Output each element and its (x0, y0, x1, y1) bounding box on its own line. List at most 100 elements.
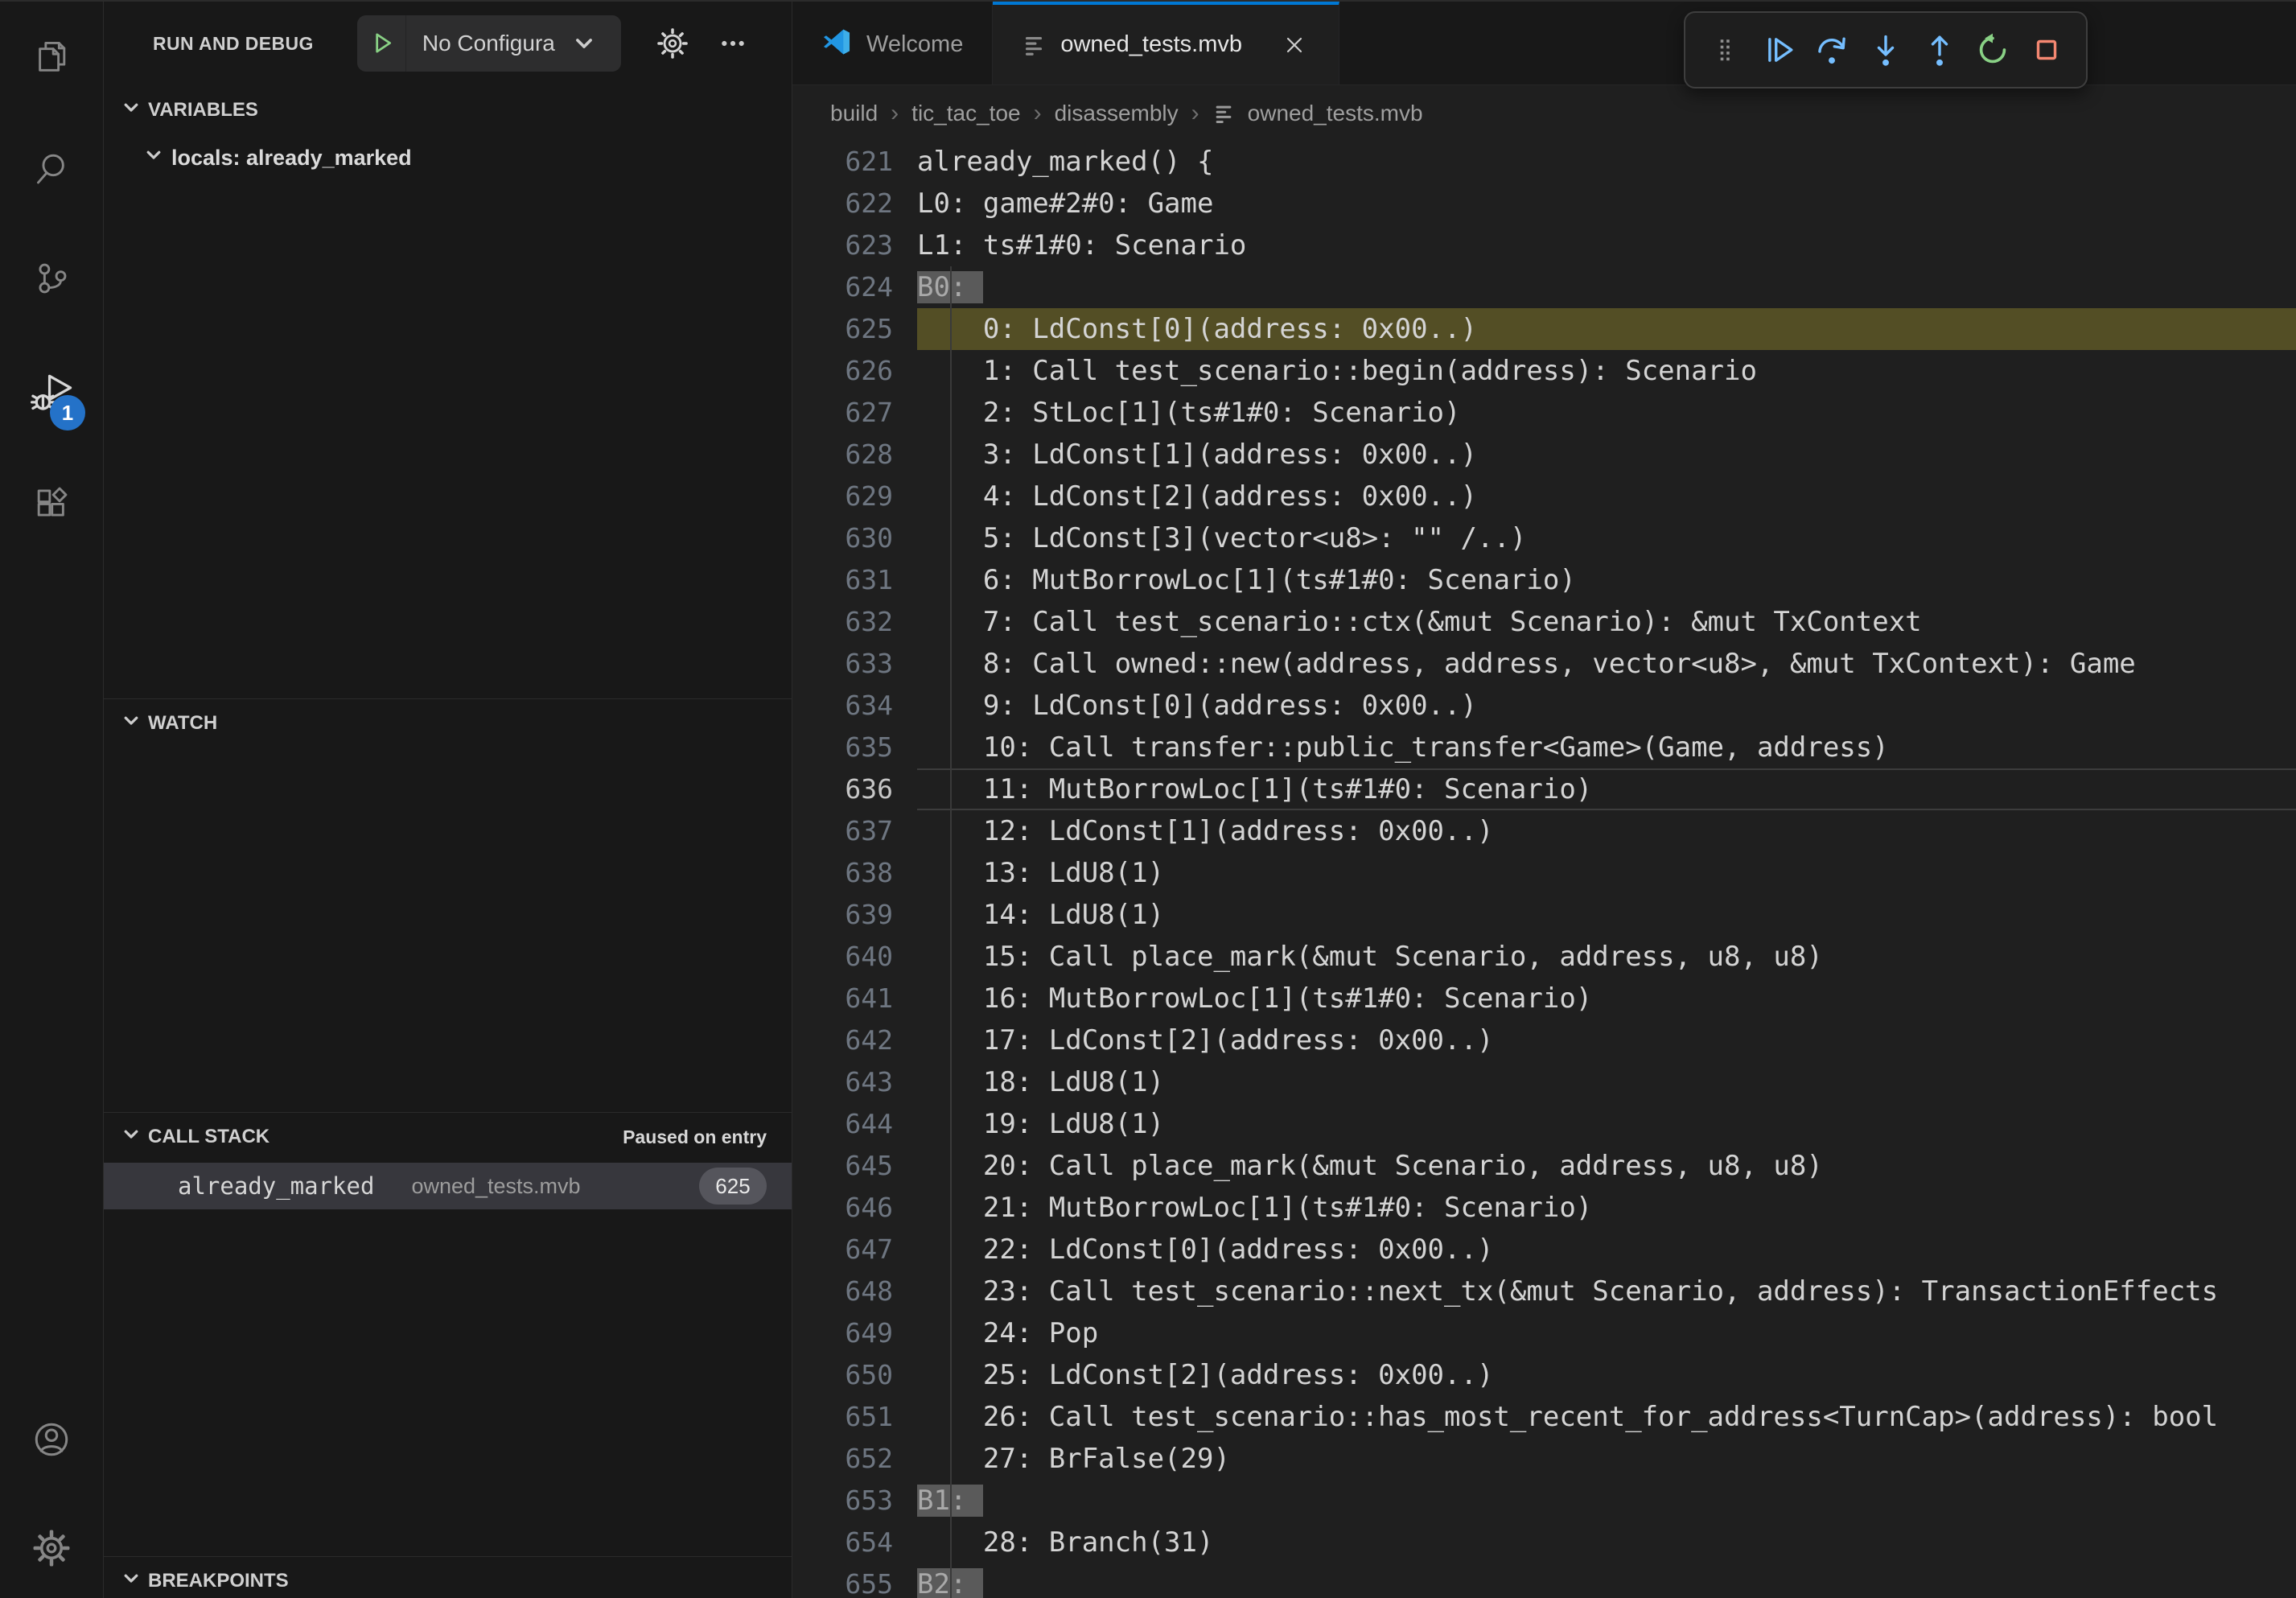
code-text[interactable]: 16: MutBorrowLoc[1](ts#1#0: Scenario) (917, 978, 2296, 1019)
block-label-line[interactable]: B1: (917, 1480, 2296, 1522)
section-variables[interactable]: VARIABLES (104, 87, 792, 134)
code-line[interactable]: 643 18: LdU8(1) (792, 1061, 2296, 1103)
start-debug-button[interactable] (357, 15, 406, 72)
code-text[interactable]: 0: LdConst[0](address: 0x00..) (917, 308, 2296, 350)
line-number[interactable]: 639 (792, 894, 917, 936)
line-number[interactable]: 637 (792, 810, 917, 852)
code-text[interactable]: 6: MutBorrowLoc[1](ts#1#0: Scenario) (917, 559, 2296, 601)
code-line[interactable]: 654 28: Branch(31) (792, 1522, 2296, 1563)
code-line[interactable]: 636 11: MutBorrowLoc[1](ts#1#0: Scenario… (792, 768, 2296, 810)
code-text[interactable]: 18: LdU8(1) (917, 1061, 2296, 1103)
line-number[interactable]: 652 (792, 1438, 917, 1480)
code-line[interactable]: 646 21: MutBorrowLoc[1](ts#1#0: Scenario… (792, 1187, 2296, 1229)
code-text[interactable]: L0: game#2#0: Game (917, 183, 2296, 224)
code-text[interactable]: 21: MutBorrowLoc[1](ts#1#0: Scenario) (917, 1187, 2296, 1229)
code-text[interactable]: 20: Call place_mark(&mut Scenario, addre… (917, 1145, 2296, 1187)
line-number[interactable]: 627 (792, 392, 917, 434)
code-line[interactable]: 637 12: LdConst[1](address: 0x00..) (792, 810, 2296, 852)
code-line[interactable]: 624B0: (792, 266, 2296, 308)
code-text[interactable]: 22: LdConst[0](address: 0x00..) (917, 1229, 2296, 1271)
line-number[interactable]: 654 (792, 1522, 917, 1563)
code-line[interactable]: 626 1: Call test_scenario::begin(address… (792, 350, 2296, 392)
code-line[interactable]: 655B2: (792, 1563, 2296, 1598)
code-text[interactable]: 10: Call transfer::public_transfer<Game>… (917, 727, 2296, 768)
code-line[interactable]: 640 15: Call place_mark(&mut Scenario, a… (792, 936, 2296, 978)
line-number[interactable]: 636 (792, 768, 917, 810)
line-number[interactable]: 647 (792, 1229, 917, 1271)
activity-item-source-control[interactable] (0, 236, 103, 324)
code-line[interactable]: 625 0: LdConst[0](address: 0x00..) (792, 308, 2296, 350)
code-line[interactable]: 644 19: LdU8(1) (792, 1103, 2296, 1145)
code-line[interactable]: 642 17: LdConst[2](address: 0x00..) (792, 1019, 2296, 1061)
code-line[interactable]: 621already_marked() { (792, 141, 2296, 183)
activity-item-search[interactable] (0, 126, 103, 214)
activity-item-accounts[interactable] (0, 1397, 103, 1485)
line-number[interactable]: 653 (792, 1480, 917, 1522)
section-call-stack[interactable]: CALL STACK Paused on entry (104, 1114, 792, 1160)
code-line[interactable]: 622L0: game#2#0: Game (792, 183, 2296, 224)
line-number[interactable]: 622 (792, 183, 917, 224)
code-text[interactable]: 25: LdConst[2](address: 0x00..) (917, 1354, 2296, 1396)
code-line[interactable]: 645 20: Call place_mark(&mut Scenario, a… (792, 1145, 2296, 1187)
call-stack-frame[interactable]: already_marked owned_tests.mvb 625 (104, 1163, 792, 1209)
code-text[interactable]: 13: LdU8(1) (917, 852, 2296, 894)
line-number[interactable]: 641 (792, 978, 917, 1019)
code-text[interactable]: 27: BrFalse(29) (917, 1438, 2296, 1480)
code-line[interactable]: 630 5: LdConst[3](vector<u8>: "" /..) (792, 517, 2296, 559)
line-number[interactable]: 623 (792, 224, 917, 266)
more-actions-button[interactable] (718, 28, 748, 59)
code-text[interactable]: 3: LdConst[1](address: 0x00..) (917, 434, 2296, 476)
line-number[interactable]: 629 (792, 476, 917, 517)
code-line[interactable]: 634 9: LdConst[0](address: 0x00..) (792, 685, 2296, 727)
code-text[interactable]: already_marked() { (917, 141, 2296, 183)
line-number[interactable]: 635 (792, 727, 917, 768)
line-number[interactable]: 642 (792, 1019, 917, 1061)
code-line[interactable]: 635 10: Call transfer::public_transfer<G… (792, 727, 2296, 768)
line-number[interactable]: 633 (792, 643, 917, 685)
line-number[interactable]: 638 (792, 852, 917, 894)
line-number[interactable]: 651 (792, 1396, 917, 1438)
line-number[interactable]: 644 (792, 1103, 917, 1145)
activity-item-run-and-debug[interactable] (0, 348, 103, 437)
line-number[interactable]: 640 (792, 936, 917, 978)
block-label-line[interactable]: B0: (917, 266, 2296, 308)
code-text[interactable]: 4: LdConst[2](address: 0x00..) (917, 476, 2296, 517)
line-number[interactable]: 631 (792, 559, 917, 601)
code-text[interactable]: L1: ts#1#0: Scenario (917, 224, 2296, 266)
code-line[interactable]: 647 22: LdConst[0](address: 0x00..) (792, 1229, 2296, 1271)
section-breakpoints[interactable]: BREAKPOINTS (104, 1558, 792, 1598)
code-line[interactable]: 628 3: LdConst[1](address: 0x00..) (792, 434, 2296, 476)
line-number[interactable]: 624 (792, 266, 917, 308)
code-line[interactable]: 653B1: (792, 1480, 2296, 1522)
restart-button[interactable] (1971, 24, 2014, 76)
step-into-button[interactable] (1864, 24, 1907, 76)
line-number[interactable]: 648 (792, 1271, 917, 1312)
code-line[interactable]: 649 24: Pop (792, 1312, 2296, 1354)
code-text[interactable]: 15: Call place_mark(&mut Scenario, addre… (917, 936, 2296, 978)
breadcrumb-item[interactable]: disassembly (1055, 101, 1179, 126)
debug-settings-gear-button[interactable] (656, 27, 689, 60)
code-text[interactable]: 14: LdU8(1) (917, 894, 2296, 936)
line-number[interactable]: 626 (792, 350, 917, 392)
code-line[interactable]: 652 27: BrFalse(29) (792, 1438, 2296, 1480)
code-text[interactable]: 7: Call test_scenario::ctx(&mut Scenario… (917, 601, 2296, 643)
breadcrumb-item[interactable]: build (830, 101, 878, 126)
block-label-line[interactable]: B2: (917, 1563, 2296, 1598)
line-number[interactable]: 632 (792, 601, 917, 643)
line-number[interactable]: 634 (792, 685, 917, 727)
code-text[interactable]: 17: LdConst[2](address: 0x00..) (917, 1019, 2296, 1061)
code-line[interactable]: 648 23: Call test_scenario::next_tx(&mut… (792, 1271, 2296, 1312)
code-text[interactable]: 2: StLoc[1](ts#1#0: Scenario) (917, 392, 2296, 434)
code-text[interactable]: 1: Call test_scenario::begin(address): S… (917, 350, 2296, 392)
code-line[interactable]: 623L1: ts#1#0: Scenario (792, 224, 2296, 266)
line-number[interactable]: 621 (792, 141, 917, 183)
code-text[interactable]: 9: LdConst[0](address: 0x00..) (917, 685, 2296, 727)
code-text[interactable]: 26: Call test_scenario::has_most_recent_… (917, 1396, 2296, 1438)
stop-button[interactable] (2025, 24, 2068, 76)
activity-item-explorer[interactable] (0, 14, 103, 102)
line-number[interactable]: 645 (792, 1145, 917, 1187)
code-line[interactable]: 651 26: Call test_scenario::has_most_rec… (792, 1396, 2296, 1438)
code-text[interactable]: 28: Branch(31) (917, 1522, 2296, 1563)
line-number[interactable]: 650 (792, 1354, 917, 1396)
code-line[interactable]: 641 16: MutBorrowLoc[1](ts#1#0: Scenario… (792, 978, 2296, 1019)
